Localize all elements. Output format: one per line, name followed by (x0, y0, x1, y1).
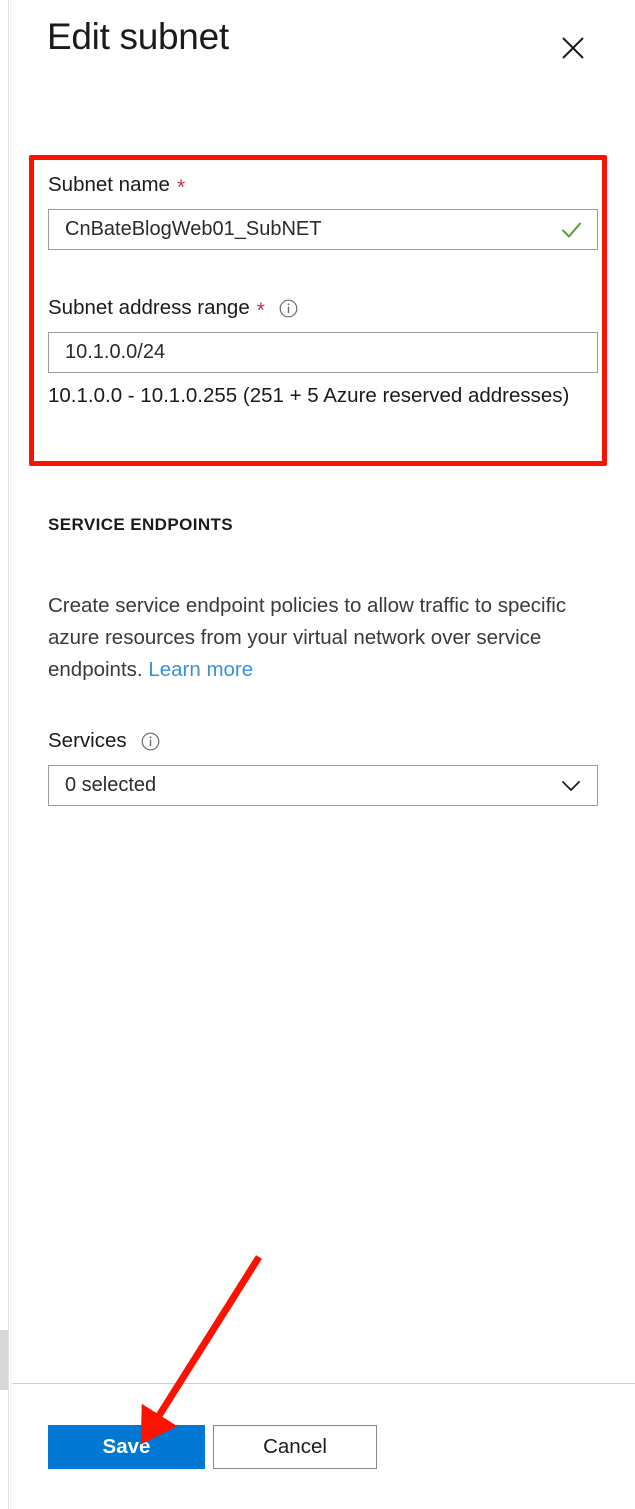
blade-rail-shadow (10, 0, 12, 1509)
chevron-down-icon (559, 774, 583, 798)
subnet-name-input[interactable] (49, 210, 597, 249)
page-title: Edit subnet (47, 16, 229, 57)
service-endpoints-description: Create service endpoint policies to allo… (48, 590, 593, 686)
info-icon[interactable] (141, 732, 160, 751)
services-label-text: Services (48, 729, 127, 752)
subnet-address-range-helper-text: 10.1.0.0 - 10.1.0.255 (251 + 5 Azure res… (48, 384, 570, 407)
subnet-address-range-input[interactable] (49, 333, 597, 372)
services-dropdown[interactable]: 0 selected (48, 765, 598, 806)
cancel-button[interactable]: Cancel (213, 1425, 377, 1469)
subnet-name-label: Subnet name * (48, 172, 598, 198)
service-endpoints-section-title: SERVICE ENDPOINTS (48, 515, 234, 534)
required-asterisk: * (256, 298, 265, 322)
subnet-name-label-text: Subnet name (48, 173, 170, 196)
blade-header: Edit subnet (12, 0, 635, 110)
services-label: Services (48, 728, 598, 754)
checkmark-icon (559, 217, 584, 242)
blade-footer: Save Cancel (12, 1384, 635, 1509)
subnet-address-range-label-text: Subnet address range (48, 296, 250, 319)
subnet-address-range-input-wrapper[interactable] (48, 332, 598, 373)
required-asterisk: * (176, 175, 186, 199)
blade-scroll-thumb[interactable] (0, 1330, 8, 1390)
services-dropdown-value: 0 selected (65, 774, 157, 796)
edit-subnet-blade: Edit subnet Subnet name * CnBateBlogWeb0… (0, 0, 635, 1509)
info-icon[interactable] (279, 299, 298, 318)
save-button[interactable]: Save (48, 1425, 205, 1469)
service-endpoints-description-text: Create service endpoint policies to allo… (48, 594, 567, 681)
learn-more-link[interactable]: Learn more (148, 658, 253, 681)
field-subnet-name: Subnet name * (48, 172, 598, 250)
field-subnet-address-range: Subnet address range * 10.1.0.0 - 10.1.0… (48, 295, 598, 412)
subnet-name-input-wrapper[interactable] (48, 209, 598, 250)
close-icon[interactable] (549, 25, 597, 71)
blade-left-rail (0, 0, 9, 1509)
field-services: Services 0 selected (48, 728, 598, 806)
subnet-address-range-label: Subnet address range * (48, 295, 598, 321)
